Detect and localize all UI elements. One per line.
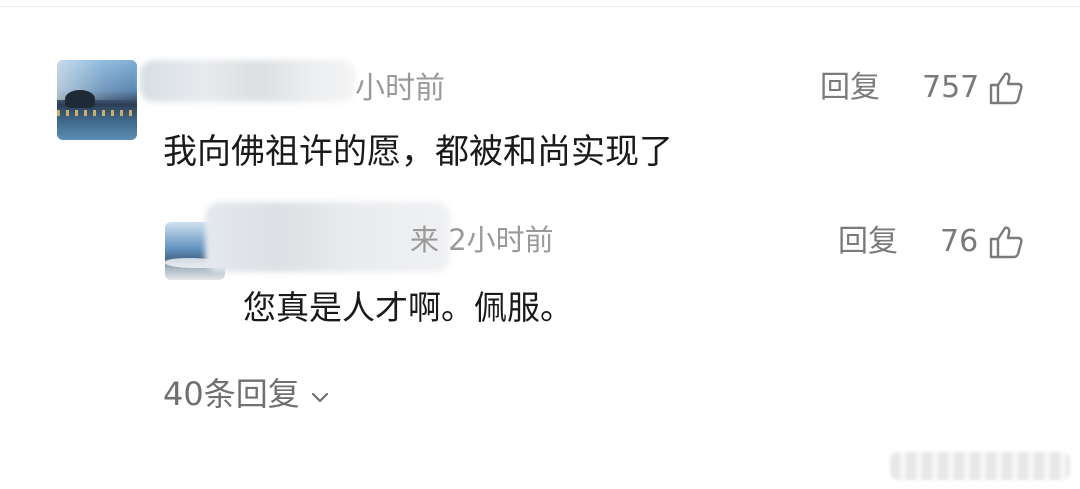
watermark-redacted [890, 452, 1070, 480]
reply-timestamp: 来 2小时前 [410, 223, 554, 257]
comment-timestamp: 小时前 [355, 71, 445, 106]
thumbs-up-icon[interactable] [988, 70, 1024, 106]
avatar-tree [65, 90, 95, 108]
view-replies-button[interactable]: 40条回复 [163, 378, 332, 410]
comment-text: 我向佛祖许的愿，都被和尚实现了 [163, 132, 673, 172]
reply-button[interactable]: 回复 [820, 73, 880, 103]
view-replies-label: 40条回复 [163, 375, 300, 413]
thumbs-up-icon[interactable] [988, 224, 1024, 260]
reply-text: 您真是人才啊。佩服。 [243, 288, 573, 327]
reply-reply-button[interactable]: 回复 [838, 227, 898, 257]
username-redacted[interactable] [140, 60, 355, 102]
avatar-lights [57, 110, 137, 116]
chevron-down-icon [311, 392, 328, 403]
avatar[interactable] [57, 60, 137, 140]
top-divider [0, 6, 1080, 7]
reply-like-count: 76 [940, 224, 979, 259]
like-count: 757 [922, 70, 980, 105]
